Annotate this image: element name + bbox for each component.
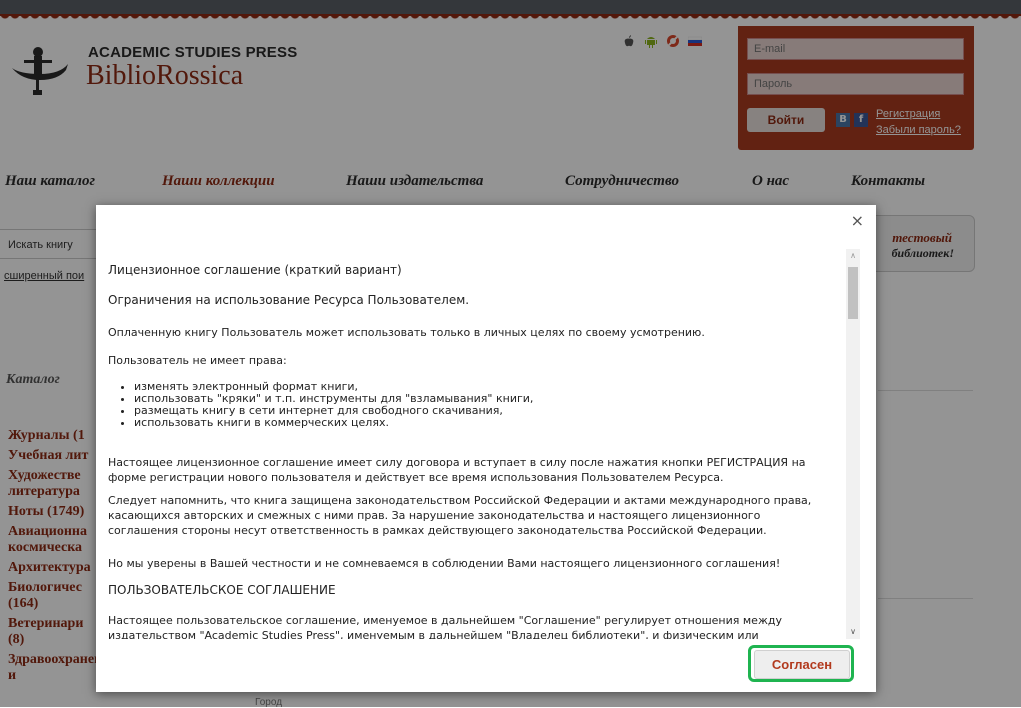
agreement-paragraph: Следует напомнить, что книга защищена за… [108,494,812,537]
agreement-paragraph: Настоящее лицензионное соглашение имеет … [108,456,806,484]
agreement-title: Лицензионное соглашение (краткий вариант… [108,263,402,277]
agreement-paragraph: Настоящее пользовательское соглашение, и… [108,614,782,639]
agreement-scrollbar[interactable]: ∧ ∨ [846,249,860,639]
agreement-text: Лицензионное соглашение (краткий вариант… [108,249,848,639]
close-icon[interactable]: × [851,211,864,230]
agreement-paragraph: Но мы уверены в Вашей честности и не сом… [108,557,781,570]
agree-button[interactable]: Согласен [754,650,850,679]
license-agreement-modal: × Лицензионное соглашение (краткий вариа… [96,205,876,692]
restrictions-list: изменять электронный формат книги, испол… [108,381,533,429]
chevron-down-icon[interactable]: ∨ [846,627,860,637]
agreement-paragraph: Оплаченную книгу Пользователь может испо… [108,326,705,339]
list-item: использовать книги в коммерческих целях. [134,417,533,429]
restrictions-heading: Ограничения на использование Ресурса Пол… [108,293,470,307]
agreement-paragraph: Пользователь не имеет права: [108,354,287,367]
scroll-thumb[interactable] [848,267,858,319]
user-agreement-heading: ПОЛЬЗОВАТЕЛЬСКОЕ СОГЛАШЕНИЕ [108,583,336,597]
chevron-up-icon[interactable]: ∧ [846,251,860,261]
